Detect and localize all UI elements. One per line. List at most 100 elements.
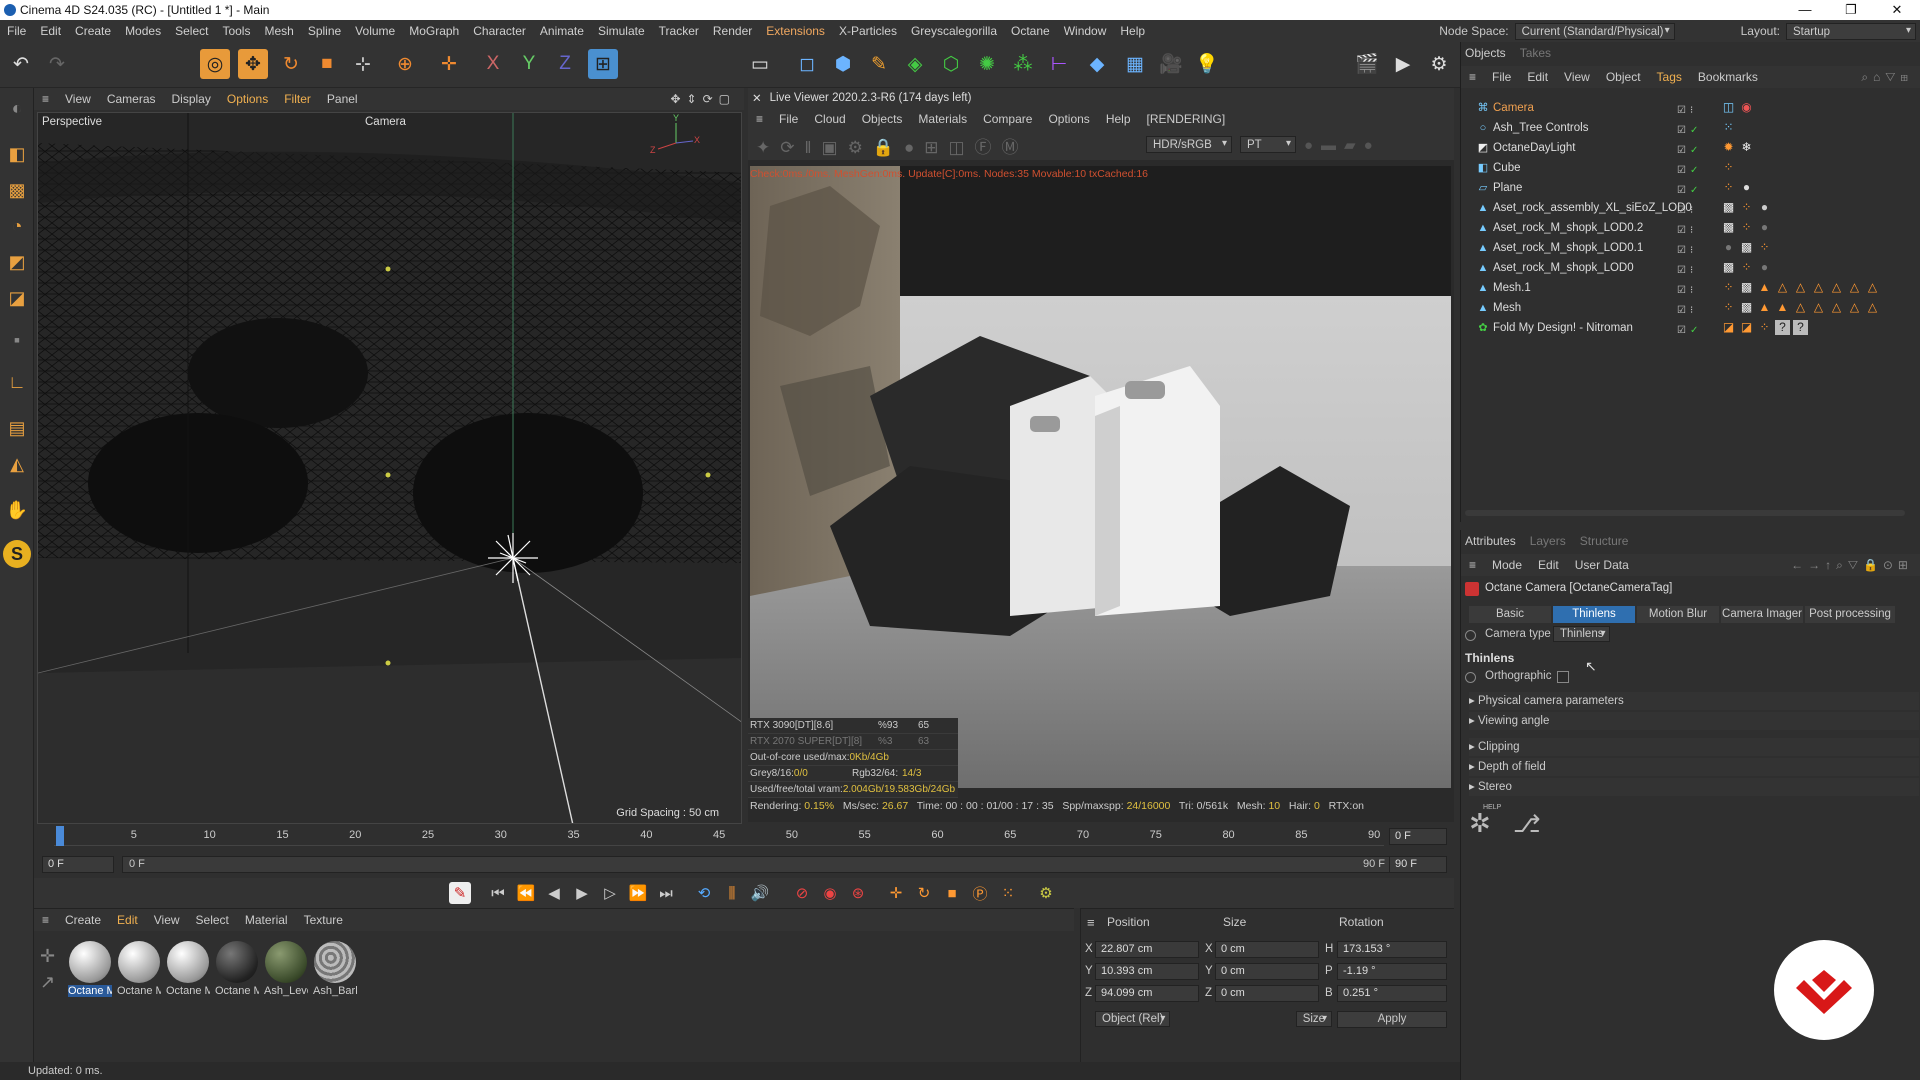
object-flags[interactable]: ☑ ✓ [1677,121,1713,136]
next-frame-icon[interactable]: ▷ [599,882,621,904]
uvw-tag-icon[interactable]: ▩ [1721,260,1736,275]
mat-menu-edit[interactable]: Edit [109,913,146,927]
menu-create[interactable]: Create [68,24,118,38]
make-editable-icon[interactable]: ◐ [3,94,31,122]
tab-attributes[interactable]: Attributes [1465,534,1516,548]
object-row-camera[interactable]: ⌘ Camera ☑ ⁝ ◫ ◉ [1461,98,1920,118]
object-row-cube[interactable]: ◧ Cube ☑ ✓ ⁘ [1461,158,1920,178]
group-depth-of-field[interactable]: ▸ Depth of field [1469,758,1919,776]
deformer-icon[interactable]: ⊢ [1044,49,1074,79]
lv-extra-icons[interactable]: ●▬▰● [1304,136,1381,154]
group-clipping[interactable]: ▸ Clipping [1469,738,1919,756]
protection-tag-icon[interactable]: ◫ [1721,100,1736,115]
record-pla-icon[interactable]: ⁙ [997,882,1019,904]
coords-menu-icon[interactable]: ≡ [1087,915,1095,930]
apply-button[interactable]: Apply [1337,1011,1447,1028]
plugin-tag-icon[interactable]: ◪ [1721,320,1736,335]
coordinate-system-icon[interactable]: ⊞ [588,49,618,79]
cube-icon[interactable]: ◻ [792,49,822,79]
size-mode-dropdown[interactable]: Size [1295,1011,1333,1027]
subtab-post-processing[interactable]: Post processing [1805,606,1895,623]
viewport-menu-icon[interactable]: ≡ [34,92,57,106]
render-picture-viewer-icon[interactable]: ▶ [1388,49,1418,79]
object-flags[interactable]: ☑ ⁝ [1677,201,1713,216]
menu-tools[interactable]: Tools [215,24,257,38]
selection-tag-icon[interactable]: △ [1829,300,1844,315]
menu-mograph[interactable]: MoGraph [402,24,466,38]
uvw-tag-icon[interactable]: ▩ [1739,240,1754,255]
group-physical-camera-parameters[interactable]: ▸ Physical camera parameters [1469,692,1919,710]
camera-type-dropdown[interactable]: Thinlens [1553,626,1611,642]
coordinate-mode-dropdown[interactable]: Object (Rel) [1095,1011,1171,1027]
uvw-tag-icon[interactable]: ▩ [1739,280,1754,295]
material-slot[interactable]: Ash_Bark [313,941,357,997]
object-list-scrollbar[interactable] [1465,510,1905,516]
object-row-rock-assembly[interactable]: ▲ Aset_rock_assembly_XL_siEoZ_LOD0 ☑ ⁝ ▩ ⁘ ● [1461,198,1920,218]
material-side-icons[interactable]: ✛ ↗ [40,943,55,995]
object-flags[interactable]: ☑ ✓ [1677,321,1713,336]
node-editor-icon[interactable]: ⎇ [1513,810,1541,839]
subtab-basic[interactable]: Basic [1469,606,1551,623]
selection-tag-icon[interactable]: ▲ [1757,300,1772,315]
position-z-field[interactable]: 94.099 cm [1095,985,1199,1002]
cloner-icon[interactable]: ✺ [972,49,1002,79]
object-flags[interactable]: ☑ ⁝ [1677,281,1713,296]
octane-help-icon[interactable]: ✲ [1469,808,1491,839]
minimize-button[interactable]: — [1782,0,1828,20]
selection-tag-icon[interactable]: △ [1793,300,1808,315]
material-slot[interactable]: Octane M [117,941,161,997]
x-axis-icon[interactable]: X [478,49,508,79]
attr-menu-user-data[interactable]: User Data [1567,558,1637,572]
material-tag-icon[interactable]: ● [1739,180,1754,195]
camera-type-keyframe-icon[interactable] [1465,630,1476,641]
selection-tag-icon[interactable]: △ [1847,280,1862,295]
redo-icon[interactable]: ↷ [42,49,72,79]
viewport-menu-panel[interactable]: Panel [319,92,366,106]
lv-menu-objects[interactable]: Objects [854,112,911,126]
live-viewer-close-icon[interactable]: ✕ [752,91,762,105]
layout-dropdown[interactable]: Startup [1786,22,1916,40]
obj-menu-bookmarks[interactable]: Bookmarks [1690,70,1766,84]
object-flags[interactable]: ☑ ⁝ [1677,101,1713,116]
menu-volume[interactable]: Volume [348,24,402,38]
menu-file[interactable]: File [0,24,33,38]
object-flags[interactable]: ☑ ✓ [1677,161,1713,176]
playhead[interactable] [56,826,64,846]
loop-icon[interactable]: ⟲ [693,882,715,904]
lv-menu-options[interactable]: Options [1040,112,1097,126]
render-view-icon[interactable]: 🎬 [1352,49,1382,79]
octane-camera-tag-icon[interactable]: ◉ [1739,100,1754,115]
field-icon[interactable]: ◆ [1082,49,1112,79]
attribute-menu-icon[interactable]: ≡ [1461,558,1484,572]
unknown-tag-icon[interactable]: ? [1793,320,1808,335]
autokey-icon[interactable]: ◉ [819,882,841,904]
menu-greyscalegorilla[interactable]: Greyscalegorilla [904,24,1004,38]
selection-tag-icon[interactable]: ▲ [1775,300,1790,315]
edges-mode-icon[interactable]: ◩ [3,248,31,276]
next-key-icon[interactable]: ⏩ [627,882,649,904]
axis-mode-icon[interactable]: ∟ [3,368,31,396]
selection-tag-icon[interactable]: △ [1847,300,1862,315]
object-row-rock-lod0[interactable]: ▲ Aset_rock_M_shopk_LOD0 ☑ ⁝ ▩ ⁘ ● [1461,258,1920,278]
menu-edit[interactable]: Edit [33,24,68,38]
object-flags[interactable]: ☑ ✓ [1677,141,1713,156]
start-frame-field[interactable]: 0 F [42,856,114,873]
menu-octane[interactable]: Octane [1004,24,1057,38]
scale-icon[interactable]: ■ [312,49,342,79]
uvw-tag-icon[interactable]: ▩ [1739,300,1754,315]
maximize-button[interactable]: ❐ [1828,0,1874,20]
render-tag-icon[interactable]: ⁘ [1757,320,1772,335]
texture-mode-icon[interactable]: ▩ [3,176,31,204]
live-viewer-tool-icons[interactable]: ✦⟳‖▣⚙🔒●⊞◫ⒻⓂ [756,133,1029,158]
render-region-icon[interactable]: ▭ [745,49,775,79]
position-x-field[interactable]: 22.807 cm [1095,941,1199,958]
previous-frame-icon[interactable]: ◀ [543,882,565,904]
position-y-field[interactable]: 10.393 cm [1095,963,1199,980]
render-tag-icon[interactable]: ⁘ [1739,260,1754,275]
viewport-menu-view[interactable]: View [57,92,99,106]
sun-tag-icon[interactable]: ❄ [1739,140,1754,155]
uvw-tag-icon[interactable]: ▩ [1721,220,1736,235]
object-row-octanedaylight[interactable]: ◩ OctaneDayLight ☑ ✓ ✹ ❄ [1461,138,1920,158]
viewport-menu-options[interactable]: Options [219,92,276,106]
live-selection-icon[interactable]: ◎ [200,49,230,79]
